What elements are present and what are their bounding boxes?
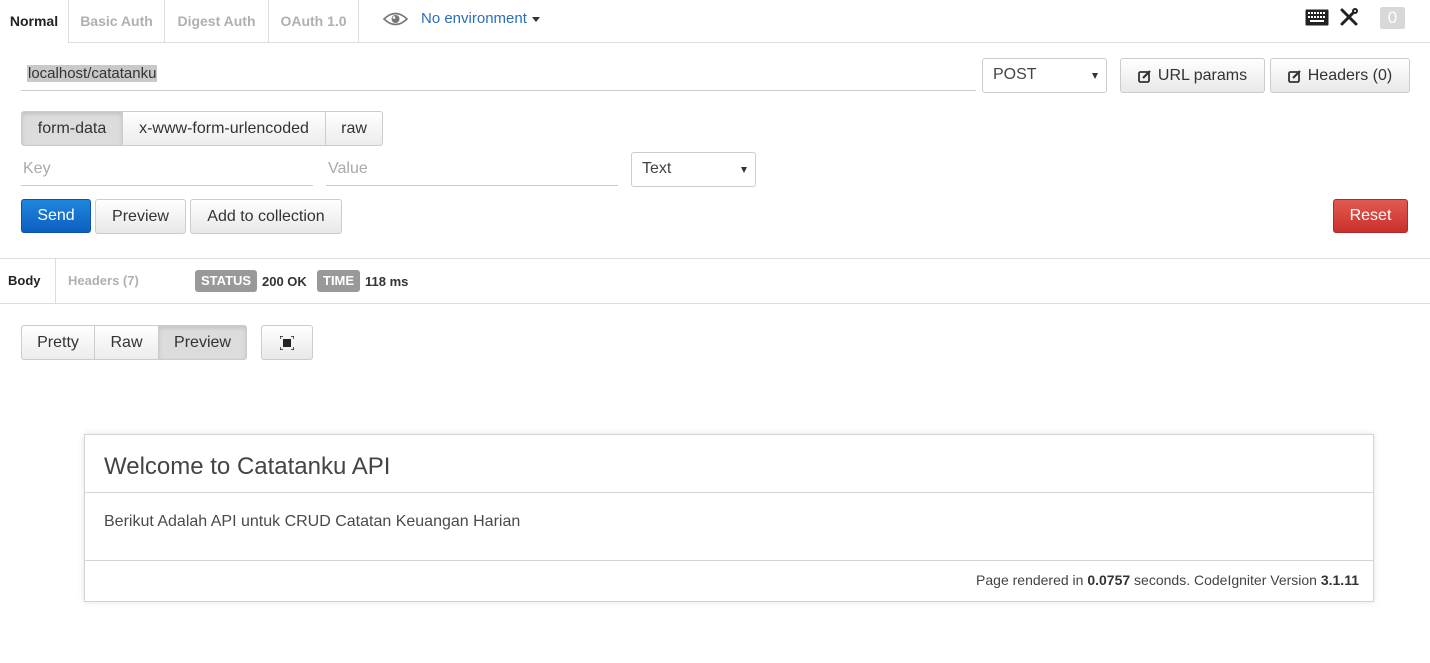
tab-body[interactable]: Body [8,273,41,288]
view-preview[interactable]: Preview [158,325,247,360]
card-divider [85,492,1373,493]
type-select[interactable]: Text [631,152,756,187]
view-mode-group: Pretty Raw Preview [21,325,247,360]
environment-label: No environment [421,10,527,27]
headers-label: Headers (0) [1307,66,1393,84]
edit-icon [1287,69,1302,83]
preview-card: Welcome to Catatanku API Berikut Adalah … [84,434,1374,602]
url-text: localhost/catatanku [27,65,158,82]
chevron-down-icon [741,167,747,173]
url-params-button[interactable]: URL params [1120,58,1265,93]
top-divider [69,42,1430,43]
footer-middle: seconds. CodeIgniter Version [1130,572,1321,588]
status-value: 200 OK [262,274,307,289]
view-raw[interactable]: Raw [94,325,159,360]
url-input[interactable]: localhost/catatanku [21,58,976,91]
card-divider [85,560,1373,561]
preview-body-text: Berikut Adalah API untuk CRUD Catatan Ke… [104,513,521,530]
status-badge: STATUS [195,270,258,292]
footer-prefix: Page rendered in [976,572,1088,588]
tab-response-headers[interactable]: Headers (7) [68,273,139,288]
environment-selector[interactable]: No environment [383,10,540,27]
tab-oauth[interactable]: OAuth 1.0 [269,0,359,43]
preview-footer: Page rendered in 0.0757 seconds. CodeIgn… [976,572,1359,588]
chevron-down-icon [531,17,540,22]
tab-basic-auth[interactable]: Basic Auth [69,0,165,43]
preview-button[interactable]: Preview [95,199,186,234]
headers-button[interactable]: Headers (0) [1270,58,1410,93]
tab-digest-auth[interactable]: Digest Auth [165,0,269,43]
value-input[interactable] [326,152,618,186]
fullscreen-icon [280,335,294,350]
counter-badge[interactable]: 0 [1380,7,1405,29]
body-type-form-data[interactable]: form-data [21,111,123,146]
eye-icon [383,11,408,27]
response-divider-bottom [0,303,1430,304]
fullscreen-button[interactable] [261,325,313,360]
url-params-label: URL params [1157,66,1248,84]
chevron-down-icon [1092,73,1098,79]
time-badge: TIME [317,270,361,292]
wrench-screwdriver-icon[interactable] [1339,8,1359,32]
tab-divider [55,259,56,303]
body-type-group: form-data x-www-form-urlencoded raw [21,111,383,146]
response-divider-top [0,258,1430,259]
send-button[interactable]: Send [21,199,91,233]
keyboard-icon[interactable] [1305,9,1329,31]
preview-title: Welcome to Catatanku API [104,453,391,480]
tab-normal[interactable]: Normal [0,0,69,43]
type-value: Text [642,160,672,177]
body-type-urlencoded[interactable]: x-www-form-urlencoded [122,111,326,146]
view-pretty[interactable]: Pretty [21,325,95,360]
method-value: POST [993,66,1037,83]
body-type-raw[interactable]: raw [325,111,383,146]
time-value: 118 ms [365,274,409,289]
footer-seconds: 0.0757 [1087,572,1131,588]
reset-button[interactable]: Reset [1333,199,1408,233]
edit-icon [1137,69,1152,83]
add-to-collection-button[interactable]: Add to collection [190,199,342,234]
footer-version: 3.1.11 [1320,572,1359,588]
key-input[interactable] [21,152,313,186]
method-select[interactable]: POST [982,58,1107,93]
